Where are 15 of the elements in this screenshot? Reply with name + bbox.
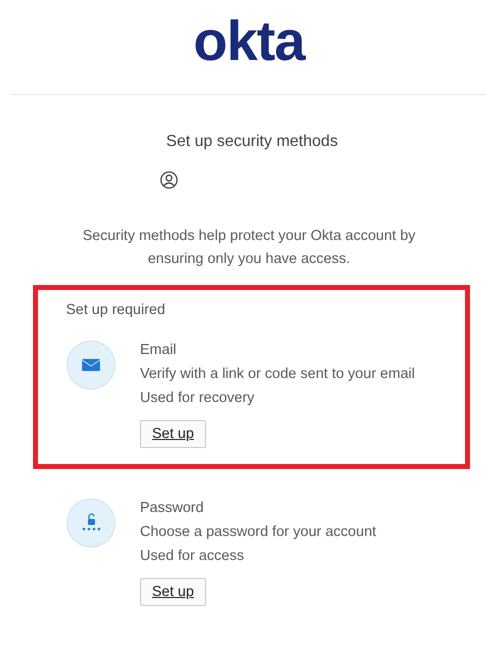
section-heading: Set up required — [66, 302, 166, 318]
okta-logo: okta — [192, 10, 305, 72]
user-icon — [160, 171, 178, 189]
method-usage: Used for recovery — [140, 389, 256, 408]
padlock-icon — [66, 498, 116, 548]
method-name: Email — [140, 341, 178, 360]
method-description: Choose a password for your account — [140, 523, 378, 542]
page-title: Set up security methods — [165, 133, 338, 151]
set-up-button[interactable]: Set up — [140, 578, 206, 606]
method-description: Verify with a link or code sent to your email — [140, 365, 415, 384]
envelope-icon — [66, 340, 116, 390]
method-usage: Used for access — [140, 547, 245, 566]
description-text: Security methods help protect your Okta account by ensuring only you have access. — [82, 227, 416, 269]
set-up-button[interactable]: Set up — [140, 420, 206, 448]
method-name: Password — [140, 499, 205, 518]
